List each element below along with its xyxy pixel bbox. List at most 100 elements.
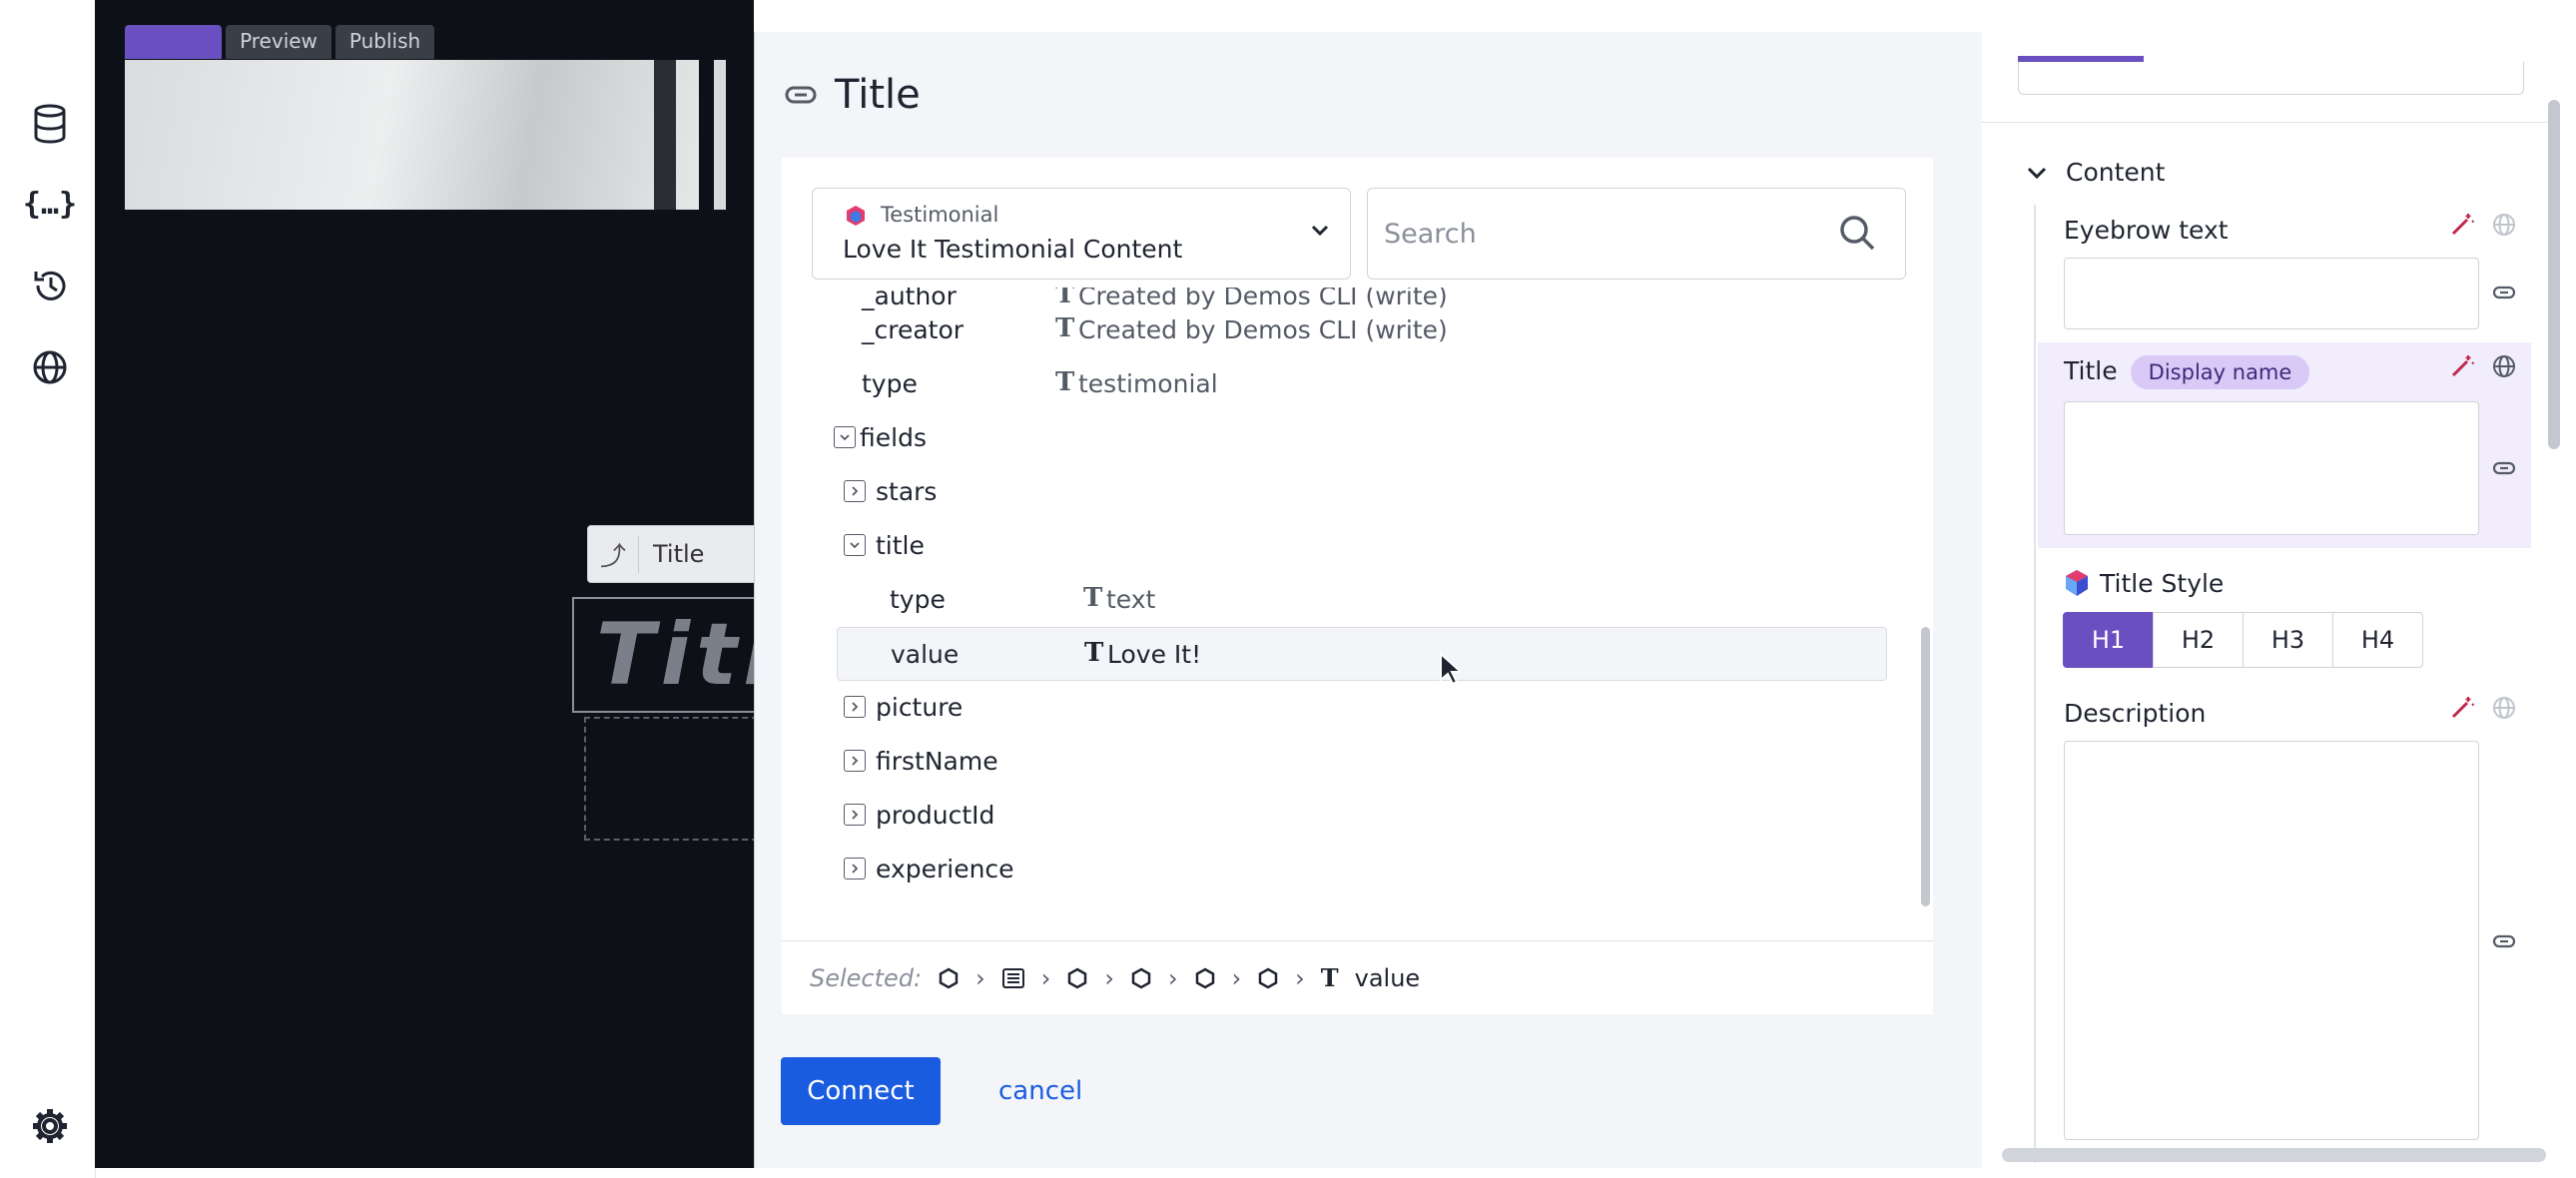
canvas-placeholder-block[interactable] (584, 717, 768, 841)
selected-label: Selected: (810, 963, 923, 992)
tree-row-creator[interactable]: _creator T Created by Demos CLI (write) (782, 303, 1890, 355)
title-style-segmented: H1 H2 H3 H4 (2063, 612, 2423, 668)
tab-design[interactable]: Design (125, 25, 223, 59)
search-icon[interactable] (1837, 213, 1877, 253)
display-name-badge: Display name (2130, 355, 2310, 389)
code-braces-icon[interactable]: {…} (23, 180, 77, 228)
chevron-down-icon (2027, 167, 2047, 179)
chevron-down-icon (1311, 225, 1329, 237)
description-label: Description (2064, 699, 2207, 728)
eyebrow-input[interactable] (2064, 258, 2479, 329)
text-type-icon: T (1083, 583, 1103, 613)
chevron-right-icon: › (1104, 963, 1114, 992)
hexagon-icon (1131, 967, 1151, 988)
database-icon[interactable] (26, 100, 74, 148)
connect-field-modal: Title Testimonial Love It Testimonial Co… (754, 32, 1984, 1168)
title-style-h3[interactable]: H3 (2243, 612, 2333, 668)
tree-row-productid[interactable]: productId (782, 789, 1890, 841)
collapse-icon[interactable] (844, 534, 866, 556)
magic-wand-icon[interactable] (2449, 212, 2475, 238)
chevron-right-icon: › (1295, 963, 1305, 992)
floating-toolbar: ⤴ Title (587, 525, 759, 583)
title-style-h4[interactable]: H4 (2332, 612, 2423, 668)
chevron-right-icon: › (1167, 963, 1178, 992)
expand-icon[interactable] (844, 696, 866, 718)
history-icon[interactable] (26, 262, 74, 309)
tree-row-type[interactable]: type T testimonial (782, 357, 1890, 409)
content-section-header[interactable]: Content (2026, 158, 2165, 187)
globe-icon[interactable] (2491, 353, 2517, 379)
section-title: Content (2066, 158, 2166, 187)
properties-panel: Content Eyebrow text Title Display name … (1982, 0, 2576, 1178)
magic-wand-icon[interactable] (2449, 695, 2475, 721)
hexagon-icon (1258, 967, 1278, 988)
link-icon[interactable] (2491, 280, 2517, 305)
search-input[interactable] (1382, 213, 1825, 255)
content-picker-panel: Testimonial Love It Testimonial Content … (782, 158, 1933, 1014)
globe-icon[interactable] (2491, 695, 2517, 721)
panel-vertical-scrollbar[interactable] (2548, 100, 2560, 449)
testimonial-logo-icon (847, 206, 865, 226)
title-style-h1[interactable]: H1 (2063, 612, 2154, 668)
tree-row-fields[interactable]: fields (782, 411, 1890, 463)
modal-header: Title (785, 72, 921, 118)
text-type-icon: T (1084, 638, 1104, 668)
text-type-icon: T (1055, 313, 1075, 343)
canvas-title-element[interactable]: Title (572, 597, 837, 713)
gear-icon[interactable] (26, 1102, 74, 1150)
hexagon-icon (1068, 967, 1087, 988)
list-icon (1001, 967, 1024, 988)
chevron-right-icon: › (1231, 963, 1242, 992)
chevron-right-icon: › (975, 963, 985, 992)
tree-row-stars[interactable]: stars (782, 465, 1890, 517)
connect-button[interactable]: Connect (781, 1057, 941, 1125)
collapse-icon[interactable] (834, 426, 856, 448)
tree-row-title[interactable]: title (782, 519, 1890, 571)
globe-icon[interactable] (26, 343, 74, 391)
tree-row-firstname[interactable]: firstName (782, 735, 1890, 787)
search-field (1367, 188, 1906, 280)
title-field-label: Title Display name (2064, 355, 2310, 389)
expand-icon[interactable] (844, 804, 866, 826)
tree-scrollbar[interactable] (1921, 288, 1931, 910)
hexagon-icon (939, 967, 959, 988)
editor-canvas[interactable]: Design Preview Publish ⤴ Title Title (95, 0, 837, 1168)
panel-horizontal-scrollbar[interactable] (2002, 1148, 2546, 1162)
magic-wand-icon[interactable] (2449, 353, 2475, 379)
tab-preview[interactable]: Preview (226, 25, 331, 59)
eyebrow-label: Eyebrow text (2064, 216, 2229, 245)
tab-publish[interactable]: Publish (334, 25, 435, 59)
link-icon[interactable] (2491, 928, 2517, 954)
select-parent-icon[interactable]: ⤴ (588, 535, 639, 573)
title-input[interactable] (2064, 401, 2479, 535)
link-icon (785, 86, 817, 104)
tree-row-experience[interactable]: experience (782, 843, 1890, 894)
tree-row-picture[interactable]: picture (782, 681, 1890, 733)
description-input[interactable] (2064, 741, 2479, 1140)
hero-image (125, 60, 726, 210)
source-name-label: Love It Testimonial Content (843, 235, 1183, 264)
left-rail: {…} (0, 0, 96, 1178)
expand-icon[interactable] (844, 480, 866, 502)
panel-top-field[interactable] (2018, 62, 2524, 95)
chevron-right-icon: › (1040, 963, 1051, 992)
component-cube-icon (2066, 570, 2088, 596)
title-style-h2[interactable]: H2 (2153, 612, 2244, 668)
tree-row-title-value[interactable]: value T Love It! (837, 627, 1887, 686)
expand-icon[interactable] (844, 858, 866, 880)
toolbar-component-label[interactable]: Title (639, 540, 704, 568)
source-select[interactable]: Testimonial Love It Testimonial Content (812, 188, 1351, 280)
link-icon[interactable] (2491, 455, 2517, 481)
title-style-label: Title Style (2100, 569, 2225, 598)
globe-icon[interactable] (2491, 212, 2517, 238)
content-tree: _author T Created by Demos CLI (write) _… (782, 288, 1933, 910)
tree-row-title-type[interactable]: type T text (782, 573, 1890, 625)
selected-leaf: value (1354, 963, 1421, 992)
hexagon-icon (1195, 967, 1214, 988)
text-type-icon: T (1055, 367, 1075, 397)
cancel-link[interactable]: cancel (998, 1076, 1082, 1106)
canvas-tabs: Design Preview Publish (125, 25, 435, 59)
expand-icon[interactable] (844, 750, 866, 772)
selected-path: Selected: › › › › › › T value (782, 940, 1933, 1014)
source-type-label: Testimonial (881, 203, 999, 227)
